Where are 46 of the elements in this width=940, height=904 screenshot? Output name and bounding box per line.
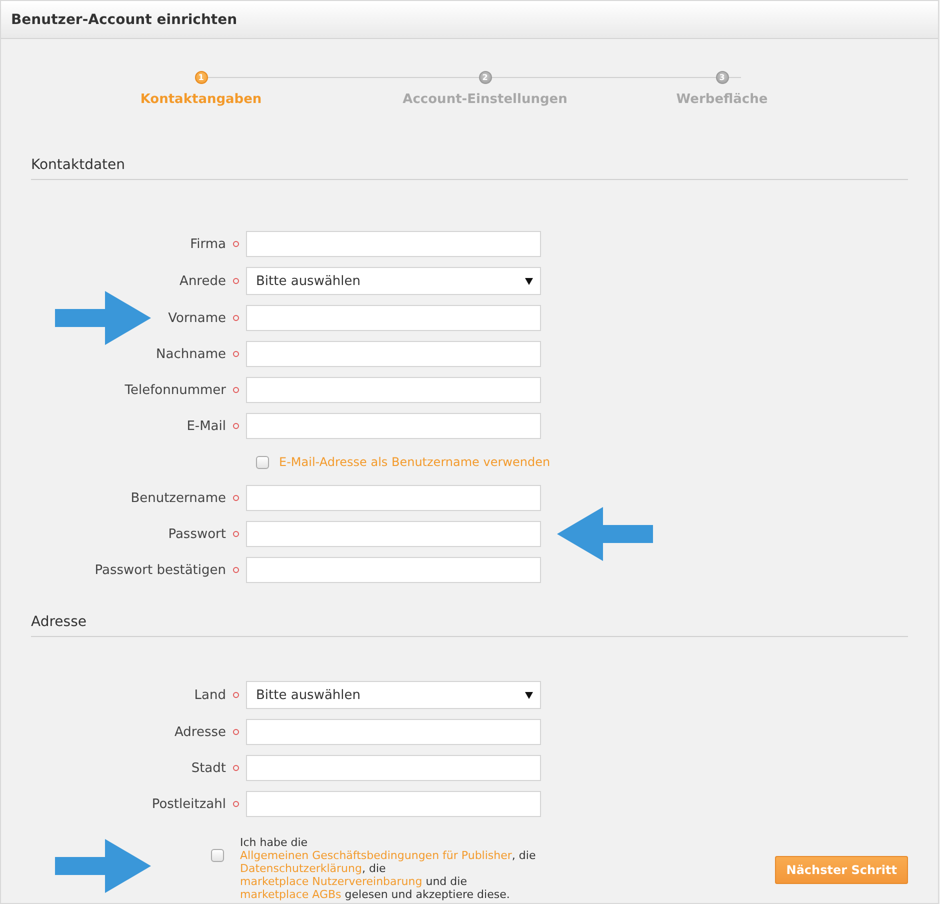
step-number: 3 xyxy=(716,71,728,84)
step-tab[interactable]: Account-Einstellungen xyxy=(402,92,568,107)
input-field[interactable] xyxy=(246,719,541,745)
input-field[interactable] xyxy=(246,413,541,439)
terms-link[interactable]: marketplace AGBs xyxy=(240,888,342,901)
field-label: Passwort bestätigen xyxy=(94,562,226,578)
select-field[interactable]: Bitte auswählen xyxy=(246,267,541,295)
step-number: 1 xyxy=(194,71,208,84)
input-field[interactable] xyxy=(246,341,541,367)
section-heading: Kontaktdaten xyxy=(31,156,908,180)
input-field[interactable] xyxy=(246,377,541,403)
field-label: Telefonnummer xyxy=(124,382,226,398)
checkbox[interactable] xyxy=(256,456,269,468)
agreement-text: Ich habe die Allgemeinen Geschäftsbedingungen für Publisher, die Datenschutzerklärung, die marketplace Nutzervereinbarung und die marketplace AGBs gelesen und akzeptiere diese. xyxy=(240,836,537,901)
checkbox-label[interactable]: E-Mail-Adresse als Benutzername verwenden xyxy=(279,455,550,469)
field-label: Land xyxy=(194,688,226,702)
caret-icon xyxy=(525,278,533,284)
terms-link[interactable]: marketplace Nutzervereinbarung xyxy=(240,875,422,888)
field-label: Adresse xyxy=(174,724,226,740)
terms-link[interactable]: Allgemeinen Geschäftsbedingungen für Publisher xyxy=(240,849,512,862)
next-step-button[interactable]: Nächster Schritt xyxy=(775,856,908,884)
field-label: Anrede xyxy=(180,274,226,288)
password-field[interactable] xyxy=(246,557,541,583)
field-label: Passwort xyxy=(168,526,226,542)
checkbox[interactable] xyxy=(211,849,224,862)
terms-link[interactable]: Datenschutzerklärung xyxy=(240,862,362,875)
input-field[interactable] xyxy=(246,755,541,781)
input-field[interactable] xyxy=(246,305,541,331)
step-number: 2 xyxy=(478,71,492,84)
field-label: Postleitzahl xyxy=(152,796,226,812)
window-title: Benutzer-Account einrichten xyxy=(1,1,938,39)
step-tab[interactable]: Werbefläche xyxy=(676,92,768,107)
input-field[interactable] xyxy=(246,485,541,511)
field-label: Nachname xyxy=(156,346,226,362)
field-label: Firma xyxy=(190,236,226,252)
select-field[interactable]: Bitte auswählen xyxy=(246,681,541,709)
password-field[interactable] xyxy=(246,521,541,547)
input-field[interactable] xyxy=(246,791,541,817)
input-field[interactable] xyxy=(246,231,541,257)
step-tab[interactable]: Kontaktangaben xyxy=(140,92,262,107)
field-label: Benutzername xyxy=(130,490,226,506)
field-label: Vorname xyxy=(168,310,226,326)
field-label: Stadt xyxy=(191,760,226,776)
caret-icon xyxy=(525,692,533,698)
section-heading: Adresse xyxy=(31,613,908,637)
field-label: E-Mail xyxy=(186,418,226,434)
